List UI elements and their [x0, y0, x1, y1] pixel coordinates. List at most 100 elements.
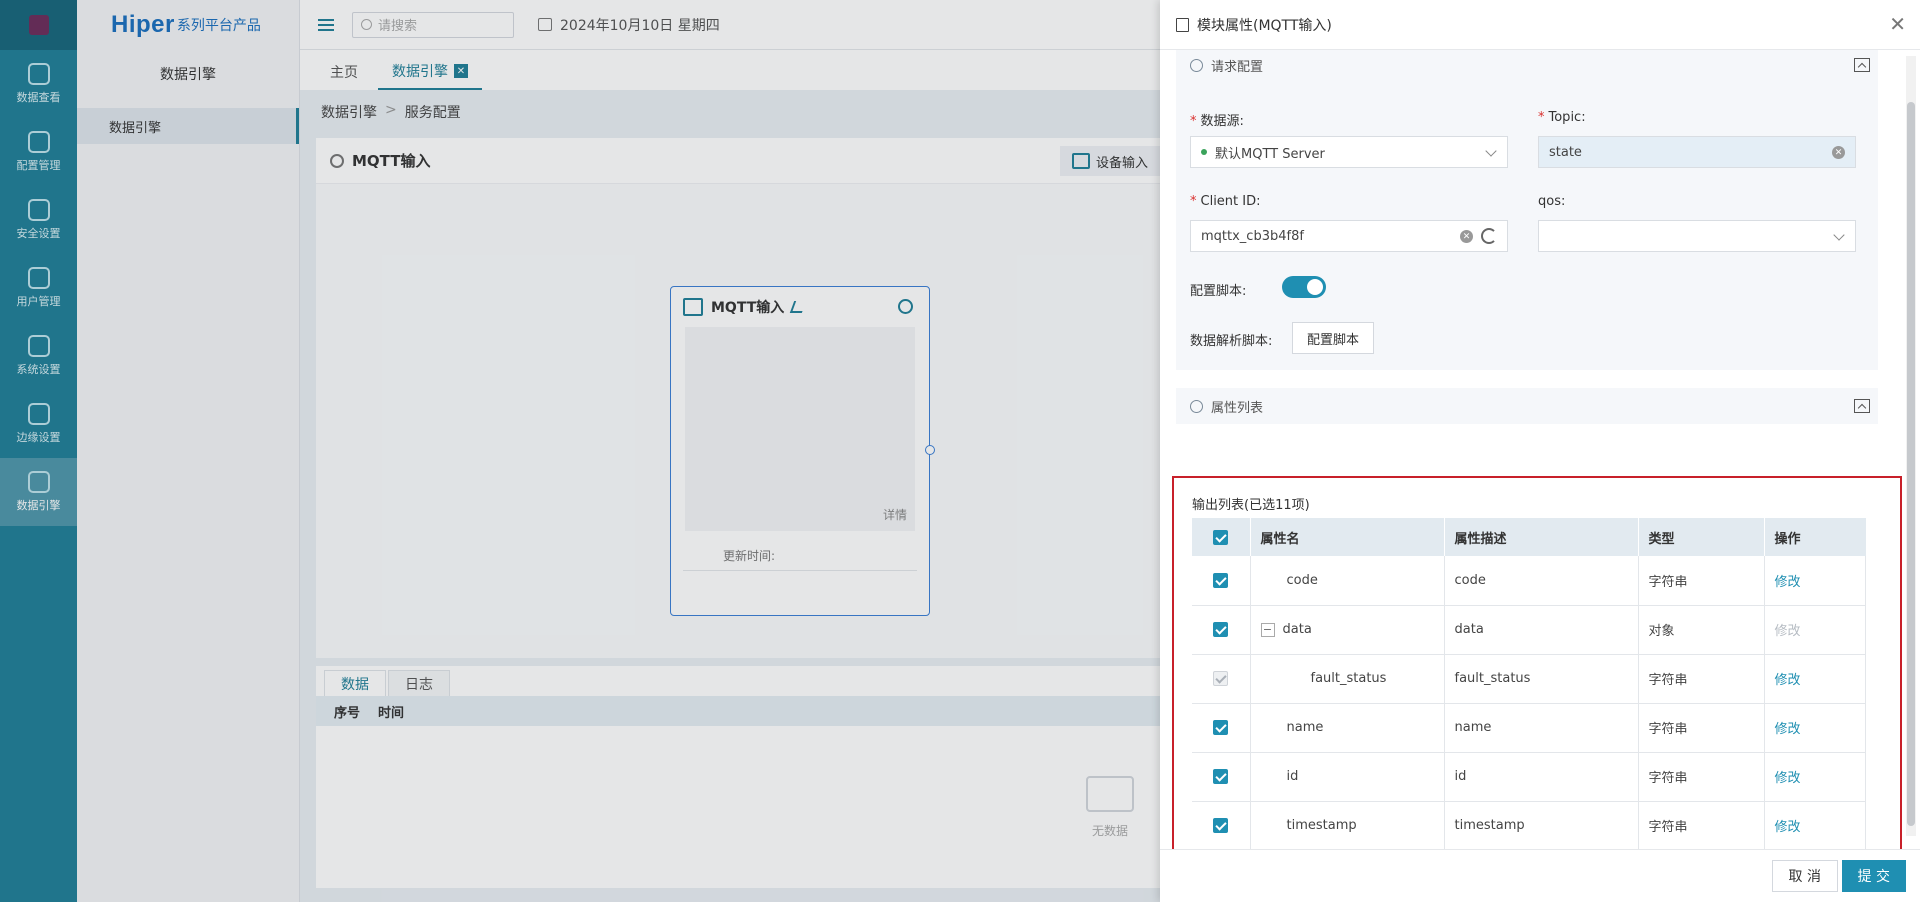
table-row: timestamp timestamp 字符串 修改	[1192, 801, 1866, 849]
datasource-value: 默认MQTT Server	[1215, 146, 1325, 162]
column-header: 类型	[1637, 518, 1764, 556]
client-id-value: mqttx_cb3b4f8f	[1201, 228, 1304, 244]
drawer-footer: 取 消 提 交	[1160, 849, 1920, 902]
attr-desc: timestamp	[1443, 801, 1638, 849]
attr-name: name	[1249, 703, 1444, 753]
chevron-down-icon	[1485, 145, 1497, 157]
cancel-button[interactable]: 取 消	[1771, 860, 1838, 892]
row-checkbox[interactable]	[1213, 572, 1229, 588]
table-row: fault_status fault_status 字符串 修改	[1192, 654, 1866, 704]
attr-type: 字符串	[1637, 752, 1764, 802]
column-header: 操作	[1763, 518, 1866, 556]
row-checkbox[interactable]	[1213, 769, 1229, 784]
checkbox-cell	[1192, 752, 1250, 802]
topic-value: state	[1549, 144, 1582, 160]
select-all-checkbox[interactable]	[1213, 529, 1229, 545]
topic-label: * Topic:	[1538, 110, 1586, 125]
attr-name: id	[1249, 752, 1444, 802]
qos-select[interactable]	[1538, 220, 1856, 252]
close-icon[interactable]: ✕	[1889, 14, 1906, 34]
attr-type: 字符串	[1637, 801, 1764, 849]
checkbox-cell	[1192, 556, 1250, 606]
attr-type: 字符串	[1637, 556, 1764, 606]
attr-type: 字符串	[1637, 654, 1764, 704]
qos-label: qos:	[1538, 194, 1566, 209]
edit-link[interactable]: 修改	[1763, 654, 1866, 704]
checkbox-cell	[1192, 605, 1250, 655]
clear-icon[interactable]: ✕	[1460, 230, 1473, 243]
chevron-down-icon	[1833, 229, 1845, 241]
request-config-section: 请求配置 * 数据源: 默认MQTT Server * Topic: state ✕…	[1176, 50, 1878, 370]
module-properties-drawer: 模块属性(MQTT输入) ✕ 请求配置 * 数据源: 默认MQTT Server …	[1160, 0, 1920, 902]
document-icon	[1176, 17, 1189, 32]
label-text: Topic:	[1548, 110, 1586, 125]
checkbox-cell	[1192, 801, 1250, 849]
collapse-icon[interactable]	[1854, 399, 1870, 413]
label-text: 数据源:	[1200, 114, 1244, 129]
collapse-icon[interactable]	[1854, 58, 1870, 72]
client-id-input[interactable]: mqttx_cb3b4f8f ✕	[1190, 220, 1508, 252]
drawer-header: 模块属性(MQTT输入) ✕	[1160, 0, 1920, 50]
output-list-highlight: 输出列表(已选11项) 属性名 属性描述 类型 操作 code code 字符串…	[1172, 476, 1902, 849]
attr-desc: id	[1443, 752, 1638, 802]
section-header[interactable]: 属性列表	[1176, 388, 1878, 424]
attr-name: code	[1249, 556, 1444, 606]
row-checkbox[interactable]	[1213, 622, 1229, 637]
table-row: code code 字符串 修改	[1192, 556, 1866, 606]
drawer-scrollbar[interactable]	[1906, 56, 1916, 836]
edit-link[interactable]: 修改	[1763, 752, 1866, 802]
edit-link[interactable]: 修改	[1763, 703, 1866, 753]
refresh-icon[interactable]	[1481, 228, 1497, 244]
client-id-label: * Client ID:	[1190, 194, 1261, 209]
attr-name: timestamp	[1249, 801, 1444, 849]
attr-type: 字符串	[1637, 703, 1764, 753]
modal-mask[interactable]	[0, 0, 1160, 902]
collapse-row-icon[interactable]: −	[1260, 622, 1275, 637]
column-header: 属性描述	[1443, 518, 1638, 556]
attribute-list-section: 属性列表	[1176, 388, 1878, 424]
column-header: 属性名	[1249, 518, 1444, 556]
edit-link[interactable]: 修改	[1763, 801, 1866, 849]
attr-desc: fault_status	[1443, 654, 1638, 704]
attr-name-cell: − data	[1249, 605, 1444, 655]
output-list-caption: 输出列表(已选11项)	[1192, 498, 1310, 513]
checkbox-cell	[1192, 654, 1250, 704]
config-script-button[interactable]: 配置脚本	[1292, 322, 1375, 354]
section-title: 请求配置	[1211, 59, 1264, 75]
row-checkbox[interactable]	[1213, 720, 1229, 735]
attr-desc: code	[1443, 556, 1638, 606]
script-toggle[interactable]	[1282, 276, 1326, 298]
table-row: name name 字符串 修改	[1192, 703, 1866, 753]
attr-desc: data	[1443, 605, 1638, 655]
attr-desc: name	[1443, 703, 1638, 753]
row-checkbox[interactable]	[1213, 818, 1229, 833]
attr-name: data	[1282, 622, 1312, 637]
topic-input[interactable]: state ✕	[1538, 136, 1856, 168]
select-all-cell	[1192, 518, 1250, 556]
table-row: id id 字符串 修改	[1192, 752, 1866, 802]
scrollbar-thumb[interactable]	[1907, 102, 1915, 826]
section-title: 属性列表	[1211, 400, 1264, 416]
status-dot	[1201, 149, 1207, 155]
drawer-body: 请求配置 * 数据源: 默认MQTT Server * Topic: state ✕…	[1160, 50, 1920, 849]
table-row: − data data 对象 修改	[1192, 605, 1866, 655]
attr-name: fault_status	[1249, 654, 1444, 704]
submit-button[interactable]: 提 交	[1841, 860, 1906, 892]
table-header-row: 属性名 属性描述 类型 操作	[1192, 518, 1866, 556]
edit-link-disabled: 修改	[1763, 605, 1866, 655]
checkbox-cell	[1192, 703, 1250, 753]
attr-type: 对象	[1637, 605, 1764, 655]
datasource-label: * 数据源:	[1190, 114, 1244, 129]
label-text: Client ID:	[1200, 194, 1261, 209]
datasource-select[interactable]: 默认MQTT Server	[1190, 136, 1508, 168]
gear-icon	[1190, 58, 1203, 72]
edit-link[interactable]: 修改	[1763, 556, 1866, 606]
clear-icon[interactable]: ✕	[1832, 146, 1845, 159]
attribute-table: 属性名 属性描述 类型 操作 code code 字符串 修改 − data d…	[1192, 518, 1866, 849]
parse-script-label: 数据解析脚本:	[1190, 334, 1273, 349]
row-checkbox-disabled	[1213, 671, 1229, 686]
section-header[interactable]: 请求配置	[1176, 50, 1878, 80]
drawer-title: 模块属性(MQTT输入)	[1197, 17, 1332, 34]
script-toggle-label: 配置脚本:	[1190, 284, 1247, 299]
gear-icon	[1190, 399, 1203, 413]
